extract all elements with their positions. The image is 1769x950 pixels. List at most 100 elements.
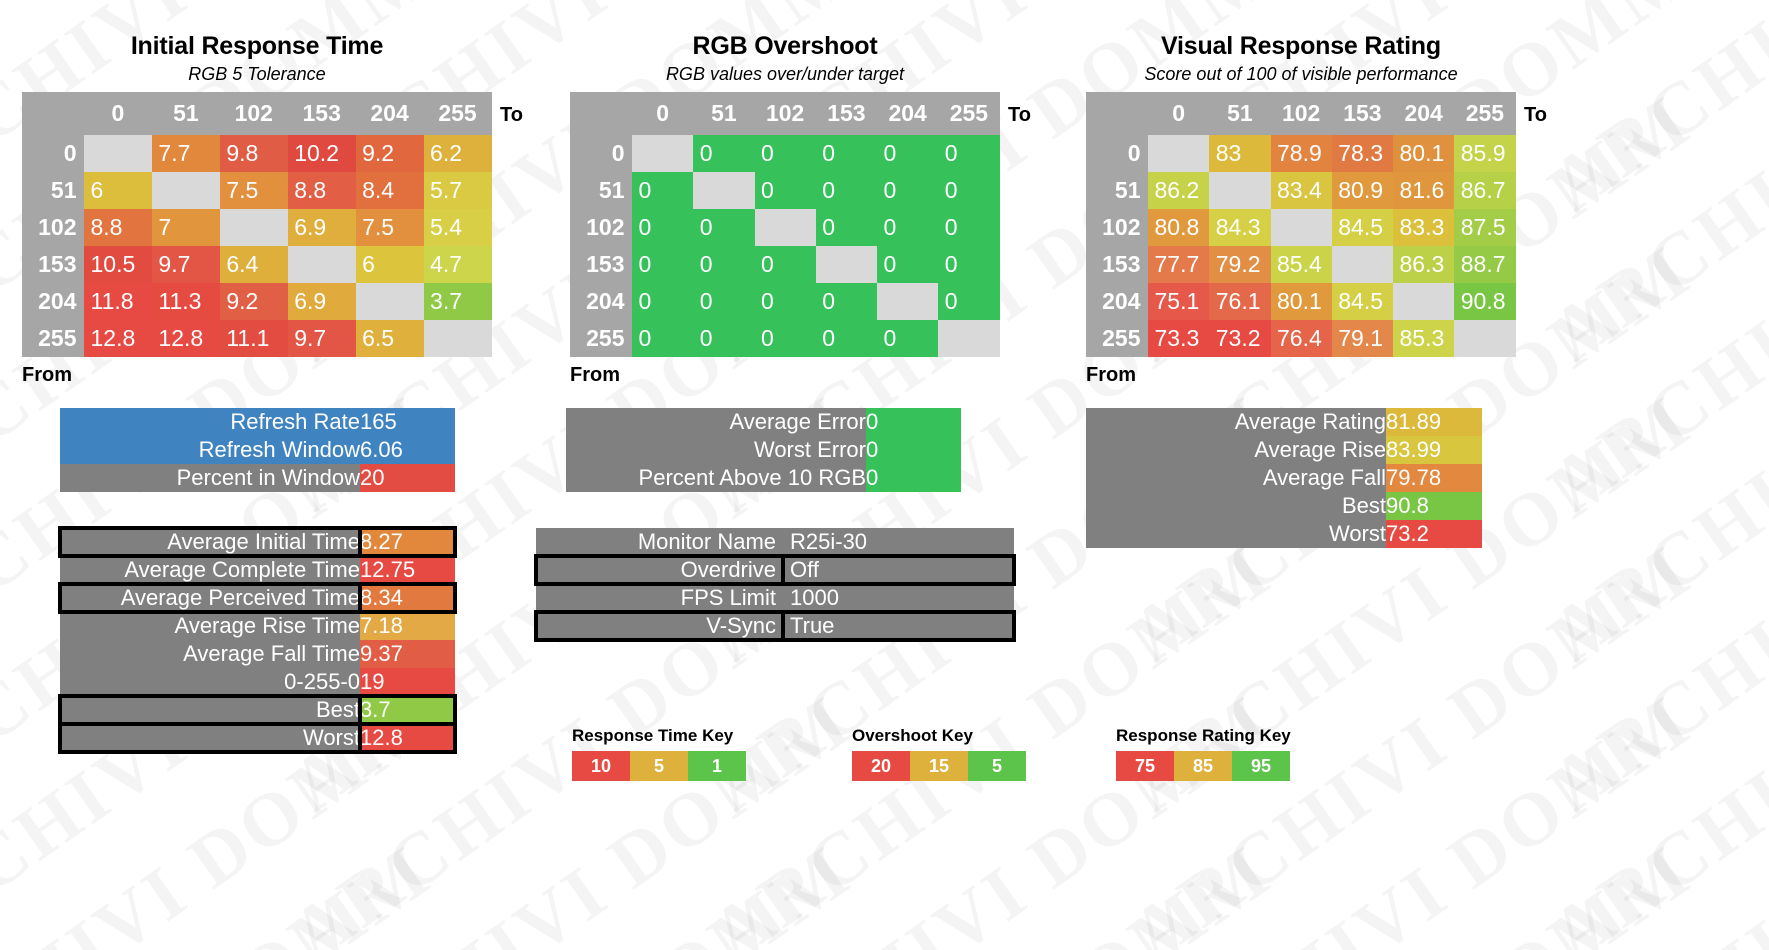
matrix-cell: 6: [84, 171, 152, 209]
from-label: From: [1086, 364, 1136, 387]
matrix-cell: 0: [938, 245, 1000, 283]
summary-row: Percent in Window 20: [60, 464, 455, 492]
matrix-row-header: 51: [570, 171, 632, 209]
matrix-cell: 83.3: [1393, 208, 1455, 246]
panel-visual-response-rating: Visual Response Rating Score out of 100 …: [1086, 32, 1547, 387]
summary-label: Refresh Rate: [60, 408, 360, 436]
matrix-cell: 10.5: [84, 245, 152, 283]
matrix-cell: 85.9: [1454, 134, 1516, 172]
matrix-cell: 84.3: [1209, 208, 1271, 246]
matrix-wrap: 0 51 102 153 204 255 0 83 78.9 78.3 80.1 85.9 51 86.2…: [1086, 92, 1547, 358]
matrix-cell: 0: [693, 134, 755, 172]
matrix-cell: 0: [632, 282, 694, 320]
summary-row: Average Rise Time 7.18: [60, 612, 455, 640]
matrix-row: 102 0 0 0 0 0: [570, 208, 1000, 246]
matrix-cell: 8.8: [84, 208, 152, 246]
monitor-label: FPS Limit: [536, 584, 783, 612]
matrix-cell: 0: [877, 208, 939, 246]
summary-row: Average Rise 83.99: [1086, 436, 1482, 464]
error-table: Average Error 0 Worst Error 0 Percent Above …: [566, 408, 961, 492]
matrix-cell: 8.4: [355, 171, 424, 209]
matrix-row: 51 0 0 0 0 0: [570, 171, 1000, 209]
matrix-cell: 84.5: [1331, 208, 1393, 246]
summary-label: Worst: [1086, 520, 1386, 548]
summary-value: 81.89: [1386, 408, 1482, 436]
summary-label: Average Fall Time: [60, 640, 360, 668]
to-label: To: [1524, 104, 1547, 127]
summary-row: Average Rating 81.89: [1086, 408, 1482, 436]
matrix-cell: 7.5: [355, 208, 424, 246]
matrix-row-header: 0: [1086, 134, 1148, 172]
matrix-cell: [1331, 245, 1393, 283]
matrix-row: 153 10.5 9.7 6.4 6 4.7: [22, 245, 492, 283]
matrix-row-header: 51: [1086, 171, 1148, 209]
matrix-cell: 9.2: [219, 282, 288, 320]
panel-title: Visual Response Rating: [1161, 32, 1441, 60]
matrix-cell: 0: [754, 134, 816, 172]
matrix-cell: 10.2: [287, 134, 356, 172]
matrix-cell: 0: [938, 208, 1000, 246]
summary-value: 12.8: [358, 722, 457, 754]
key-swatch: 75: [1116, 751, 1174, 781]
matrix-col-header: 102: [219, 92, 288, 135]
matrix-cell: 6.2: [423, 134, 492, 172]
from-label: From: [22, 364, 72, 387]
matrix-cell: 85.3: [1393, 319, 1455, 357]
matrix-cell: 0: [877, 171, 939, 209]
matrix-cell: 77.7: [1148, 245, 1210, 283]
panel-title: RGB Overshoot: [692, 32, 878, 60]
summary-row: Average Perceived Time 8.34: [58, 582, 457, 614]
matrix-cell: 87.5: [1454, 208, 1516, 246]
time-table: Average Initial Time 8.27 Average Complete…: [58, 526, 457, 754]
matrix-row: 255 73.3 73.2 76.4 79.1 85.3: [1086, 319, 1516, 357]
matrix-table: 0 51 102 153 204 255 0 7.7 9.8 10.2 9.2 6.2 51 6 7.5 8.…: [22, 92, 492, 358]
matrix-cell: 80.8: [1148, 208, 1210, 246]
monitor-label: Monitor Name: [536, 528, 783, 556]
matrix-col-header: 153: [287, 92, 356, 135]
error-summary-box: Average Error 0 Worst Error 0 Percent Above …: [566, 408, 961, 492]
monitor-label: V-Sync: [534, 610, 785, 642]
matrix-row-header: 204: [570, 282, 632, 320]
summary-label: Refresh Window: [60, 436, 360, 464]
matrix-row: 102 8.8 7 6.9 7.5 5.4: [22, 208, 492, 246]
matrix-cell: 0: [693, 245, 755, 283]
matrix-cell: 7.7: [151, 134, 220, 172]
matrix-cell: [423, 319, 492, 357]
key-title: Response Time Key: [572, 726, 734, 745]
matrix-col-header: 102: [754, 92, 816, 135]
matrix-cell: [693, 171, 755, 209]
summary-row: Percent Above 10 RGB 0: [566, 464, 961, 492]
matrix-cell: 8.8: [287, 171, 356, 209]
key-overshoot: Overshoot Key 20 15 5: [852, 726, 1026, 781]
matrix-cell: 80.9: [1331, 171, 1393, 209]
summary-value: 3.7: [358, 694, 457, 726]
matrix-cell: 9.7: [287, 319, 356, 357]
matrix-row: 0 7.7 9.8 10.2 9.2 6.2: [22, 134, 492, 172]
matrix-cell: 0: [877, 134, 939, 172]
matrix-row-header: 255: [22, 319, 84, 357]
matrix-cell: 6.9: [287, 282, 356, 320]
matrix-cell: [1148, 134, 1210, 172]
matrix-cell: 79.1: [1331, 319, 1393, 357]
matrix-row: 102 80.8 84.3 84.5 83.3 87.5: [1086, 208, 1516, 246]
matrix-cell: 0: [632, 245, 694, 283]
matrix-cell: 0: [632, 208, 694, 246]
matrix-row: 51 86.2 83.4 80.9 81.6 86.7: [1086, 171, 1516, 209]
summary-row: Best 90.8: [1086, 492, 1482, 520]
matrix-col-header: 204: [1393, 92, 1455, 135]
matrix-cell: 0: [754, 319, 816, 357]
matrix-cell: 0: [815, 319, 877, 357]
key-swatches: 10 5 1: [572, 751, 746, 781]
matrix-col-header: 51: [693, 92, 755, 135]
matrix-col-header: 51: [151, 92, 220, 135]
matrix-row-header: 102: [1086, 208, 1148, 246]
matrix-cell: 6.9: [287, 208, 356, 246]
matrix-cell: 80.1: [1270, 282, 1332, 320]
report-stage: Initial Response Time RGB 5 Tolerance 05…: [0, 0, 1769, 950]
key-title: Overshoot Key: [852, 726, 973, 745]
matrix-cell: 75.1: [1148, 282, 1210, 320]
matrix-cell: 78.9: [1270, 134, 1332, 172]
monitor-value: True: [781, 610, 1016, 642]
matrix-cell: 0: [938, 134, 1000, 172]
matrix-cell: 5.4: [423, 208, 492, 246]
